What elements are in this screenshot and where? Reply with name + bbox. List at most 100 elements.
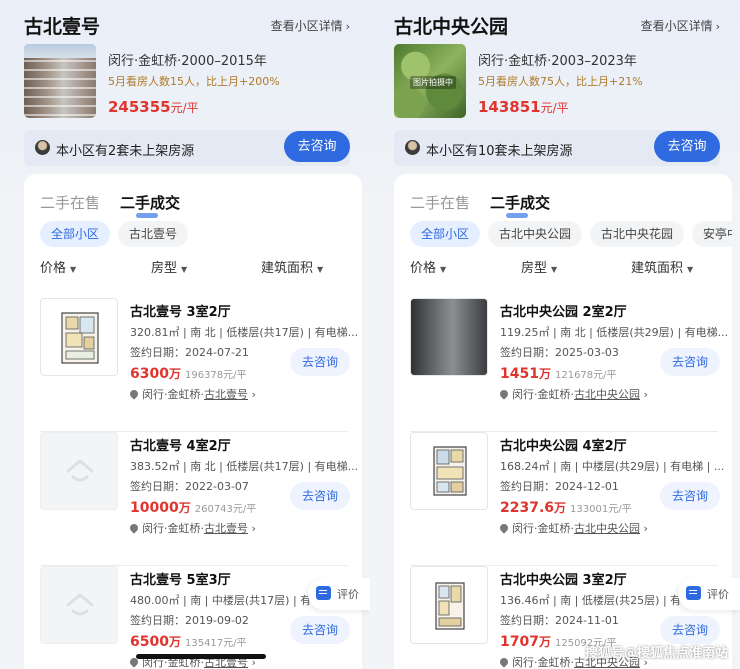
- listing-detail: 119.25㎡ | 南 北 | 低楼层(共29层) | 有电梯...: [500, 326, 729, 339]
- viewing-stats: 5月看房人数75人，比上月+21%: [478, 75, 643, 88]
- consult-button[interactable]: 去咨询: [290, 348, 350, 376]
- caret-down-icon: ▼: [70, 265, 77, 274]
- filter-area[interactable]: 建筑面积 ▼: [261, 257, 323, 276]
- caret-down-icon: ▼: [181, 265, 188, 274]
- consult-button[interactable]: 去咨询: [660, 616, 720, 644]
- watermark: 搜狐号@搜狐焦点淮南站: [584, 646, 728, 661]
- caret-down-icon: ▼: [317, 265, 324, 274]
- community-panel-left: 古北壹号 查看小区详情 › 闵行·金虹桥·2000–2015年 5月看房人数15人…: [0, 0, 370, 669]
- listing-detail: 168.24㎡ | 南 | 中楼层(共29层) | 有电梯 | ...: [500, 460, 725, 473]
- average-price: 143851元/平: [478, 98, 569, 116]
- filter-layout[interactable]: 房型 ▼: [151, 257, 187, 276]
- listing-title: 古北中央公园 4室2厅: [500, 439, 627, 454]
- community-meta: 闵行·金虹桥·2000–2015年: [108, 54, 267, 69]
- deal-price: 2237.6万 133001元/平: [500, 500, 632, 516]
- list-item[interactable]: 古北中央公园 2室2厅 119.25㎡ | 南 北 | 低楼层(共29层) | …: [394, 298, 732, 432]
- filter-price[interactable]: 价格 ▼: [410, 257, 446, 276]
- deal-price: 10000万 260743元/平: [130, 500, 257, 516]
- comment-icon: [686, 586, 701, 600]
- listing-title: 古北壹号 5室3厅: [130, 573, 231, 588]
- community-title: 古北中央公园: [394, 16, 509, 38]
- listing-location[interactable]: 闵行·金虹桥·古北中央公园 ›: [498, 520, 648, 536]
- filter-price[interactable]: 价格 ▼: [40, 257, 76, 276]
- location-pin-icon: [128, 522, 140, 534]
- chevron-right-icon: ›: [345, 20, 350, 33]
- sign-date: 签约日期：2025-03-03: [500, 346, 619, 359]
- chevron-right-icon: ›: [640, 388, 648, 401]
- listing-location[interactable]: 闵行·金虹桥·古北壹号 ›: [128, 520, 256, 536]
- community-chips: 全部小区古北中央公园古北中央花园安亭中央公: [410, 221, 732, 247]
- location-pin-icon: [498, 656, 510, 668]
- community-detail-link[interactable]: 查看小区详情 ›: [641, 17, 720, 34]
- deal-price: 1451万 121678元/平: [500, 366, 617, 382]
- listing-location[interactable]: 闵行·金虹桥·古北壹号 ›: [128, 386, 256, 402]
- listing-detail: 136.46㎡ | 南 | 低楼层(共25层) | 有电: [500, 594, 690, 607]
- chevron-right-icon: ›: [248, 388, 256, 401]
- sign-date: 签约日期：2024-07-21: [130, 346, 249, 359]
- listing-title: 古北壹号 4室2厅: [130, 439, 231, 454]
- chip-community[interactable]: 安亭中央公: [692, 221, 732, 247]
- average-price: 245355元/平: [108, 98, 199, 116]
- listing-location[interactable]: 闵行·金虹桥·古北中央公园 ›: [498, 386, 648, 402]
- comment-icon: [316, 586, 331, 600]
- caret-down-icon: ▼: [687, 265, 694, 274]
- avatar-icon: [405, 140, 420, 155]
- sign-date: 签约日期：2024-12-01: [500, 480, 619, 493]
- floorplan-thumbnail: [410, 432, 488, 510]
- house-placeholder-icon: [40, 432, 118, 510]
- avatar-icon: [35, 140, 50, 155]
- consult-button[interactable]: 去咨询: [284, 131, 350, 162]
- chip-all[interactable]: 全部小区: [40, 221, 111, 247]
- chip-all[interactable]: 全部小区: [410, 221, 481, 247]
- chip-community[interactable]: 古北壹号: [118, 221, 189, 247]
- sign-date: 签约日期：2024-11-01: [500, 614, 619, 627]
- community-panel-right: 古北中央公园 查看小区详情 › 图片拍摄中 闵行·金虹桥·2003–2023年 5…: [370, 0, 740, 669]
- location-pin-icon: [128, 388, 140, 400]
- community-chips: 全部小区 古北壹号: [40, 221, 362, 247]
- review-button[interactable]: 评价: [308, 578, 370, 610]
- consult-button[interactable]: 去咨询: [660, 348, 720, 376]
- chevron-right-icon: ›: [715, 20, 720, 33]
- chevron-right-icon: ›: [640, 522, 648, 535]
- list-item[interactable]: 古北壹号 3室2厅 320.81㎡ | 南 北 | 低楼层(共17层) | 有电…: [24, 298, 362, 432]
- community-meta: 闵行·金虹桥·2003–2023年: [478, 54, 637, 69]
- review-button[interactable]: 评价: [678, 578, 740, 610]
- sign-date: 签约日期：2022-03-07: [130, 480, 249, 493]
- tab-for-sale[interactable]: 二手在售: [40, 192, 100, 213]
- listing-title: 古北中央公园 2室2厅: [500, 305, 627, 320]
- tab-for-sale[interactable]: 二手在售: [410, 192, 470, 213]
- viewing-stats: 5月看房人数15人，比上月+200%: [108, 75, 280, 88]
- consult-button[interactable]: 去咨询: [290, 482, 350, 510]
- tab-sold[interactable]: 二手成交: [120, 192, 180, 218]
- deal-price: 6300万 196378元/平: [130, 366, 247, 382]
- listing-detail: 480.00㎡ | 南 | 中楼层(共17层) | 有电: [130, 594, 320, 607]
- home-indicator: [136, 654, 266, 659]
- filter-area[interactable]: 建筑面积 ▼: [631, 257, 693, 276]
- consult-button[interactable]: 去咨询: [290, 616, 350, 644]
- floorplan-thumbnail: [410, 566, 488, 644]
- community-title: 古北壹号: [24, 16, 101, 38]
- community-detail-link[interactable]: 查看小区详情 ›: [271, 17, 350, 34]
- caret-down-icon: ▼: [551, 265, 558, 274]
- floorplan-thumbnail: [40, 298, 118, 376]
- location-pin-icon: [498, 522, 510, 534]
- listing-detail: 320.81㎡ | 南 北 | 低楼层(共17层) | 有电梯...: [130, 326, 359, 339]
- tab-sold[interactable]: 二手成交: [490, 192, 550, 218]
- list-item[interactable]: 古北壹号 4室2厅 383.52㎡ | 南 北 | 低楼层(共17层) | 有电…: [24, 432, 362, 566]
- chevron-right-icon: ›: [248, 522, 256, 535]
- consult-button[interactable]: 去咨询: [654, 131, 720, 162]
- list-item[interactable]: 古北中央公园 4室2厅 168.24㎡ | 南 | 中楼层(共29层) | 有电…: [394, 432, 732, 566]
- listing-photo: [410, 298, 488, 376]
- house-placeholder-icon: [40, 566, 118, 644]
- community-photo[interactable]: 图片拍摄中: [394, 44, 466, 118]
- listing-title: 古北中央公园 3室2厅: [500, 573, 627, 588]
- listing-title: 古北壹号 3室2厅: [130, 305, 231, 320]
- listing-detail: 383.52㎡ | 南 北 | 低楼层(共17层) | 有电梯...: [130, 460, 359, 473]
- consult-button[interactable]: 去咨询: [660, 482, 720, 510]
- sign-date: 签约日期：2019-09-02: [130, 614, 249, 627]
- community-photo[interactable]: [24, 44, 96, 118]
- filter-layout[interactable]: 房型 ▼: [521, 257, 557, 276]
- chip-community[interactable]: 古北中央花园: [590, 221, 685, 247]
- caret-down-icon: ▼: [440, 265, 447, 274]
- chip-community[interactable]: 古北中央公园: [488, 221, 583, 247]
